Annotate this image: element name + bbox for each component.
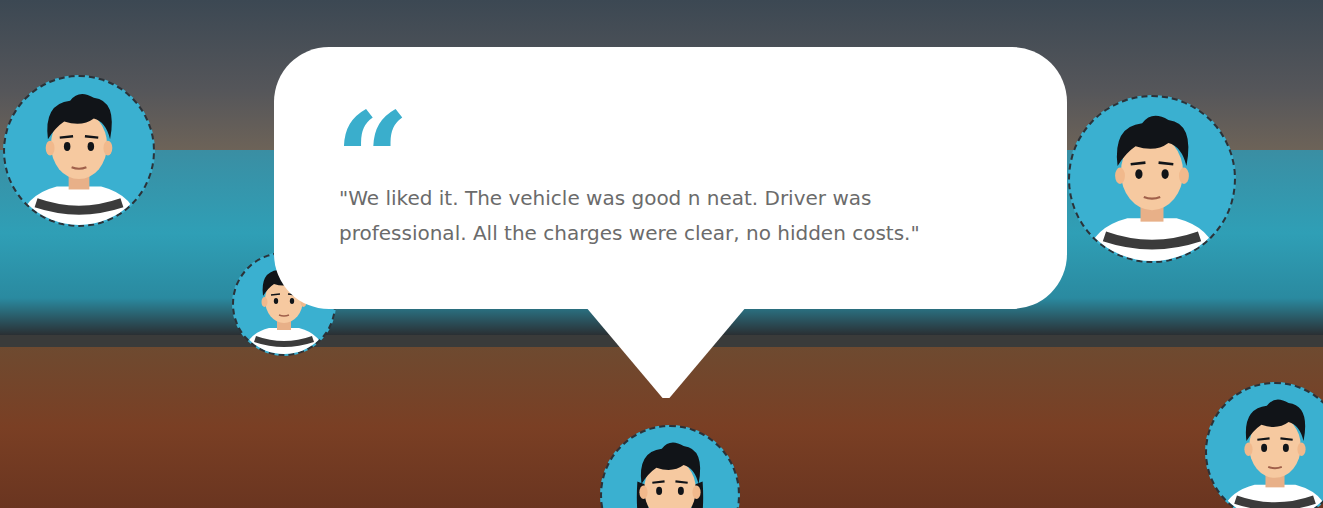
testimonial-text: "We liked it. The vehicle was good n nea…: [339, 181, 1002, 251]
testimonial-section: “ "We liked it. The vehicle was good n ne…: [0, 0, 1323, 508]
customer-avatar[interactable]: [3, 75, 155, 227]
man-icon: [1070, 97, 1234, 261]
customer-avatar[interactable]: [1068, 95, 1236, 263]
man-icon: [1207, 384, 1323, 508]
quote-icon: “: [335, 95, 1002, 165]
man-icon: [5, 77, 153, 225]
testimonial-card: “ "We liked it. The vehicle was good n ne…: [274, 47, 1067, 309]
